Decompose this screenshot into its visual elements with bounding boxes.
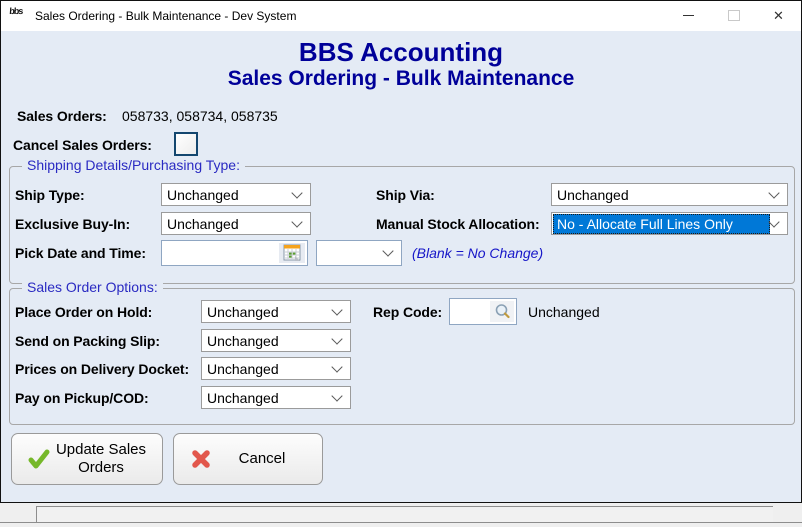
blank-no-change-note: (Blank = No Change) — [412, 245, 543, 261]
manual-stock-allocation-select[interactable]: No - Allocate Full Lines Only — [551, 212, 788, 235]
cancel-button-label: Cancel — [214, 450, 322, 468]
title-bar: bbs Sales Ordering - Bulk Maintenance - … — [1, 1, 801, 31]
pick-date-time-label: Pick Date and Time: — [15, 245, 146, 261]
cancel-sales-orders-label: Cancel Sales Orders: — [13, 137, 152, 153]
pay-on-pickup-cod-select[interactable]: Unchanged — [201, 386, 351, 409]
maximize-icon — [728, 10, 740, 21]
ship-via-label: Ship Via: — [376, 187, 435, 203]
exclusive-buy-in-label: Exclusive Buy-In: — [15, 216, 130, 232]
rep-code-input[interactable] — [449, 298, 517, 325]
chevron-down-icon — [331, 361, 342, 372]
prices-on-delivery-docket-label: Prices on Delivery Docket: — [15, 361, 189, 377]
chevron-down-icon — [768, 187, 779, 198]
ship-via-select[interactable]: Unchanged — [551, 183, 788, 206]
send-on-packing-slip-select[interactable]: Unchanged — [201, 329, 351, 352]
place-order-on-hold-value: Unchanged — [202, 302, 333, 322]
chevron-down-icon — [291, 216, 302, 227]
window-title: Sales Ordering - Bulk Maintenance - Dev … — [35, 9, 296, 23]
shipping-group-title: Shipping Details/Purchasing Type: — [22, 157, 245, 173]
rep-code-lookup-button[interactable] — [490, 301, 514, 322]
prices-on-delivery-docket-select[interactable]: Unchanged — [201, 357, 351, 380]
search-icon — [494, 303, 511, 320]
ship-type-value: Unchanged — [162, 185, 293, 205]
rep-code-label: Rep Code: — [373, 304, 442, 320]
background-window — [0, 503, 802, 527]
options-group-title: Sales Order Options: — [22, 279, 163, 295]
chevron-down-icon — [291, 187, 302, 198]
close-icon: ✕ — [773, 9, 784, 22]
calendar-button[interactable] — [279, 243, 305, 263]
update-sales-orders-button[interactable]: Update Sales Orders — [11, 433, 163, 485]
maximize-button[interactable] — [711, 1, 756, 30]
minimize-icon — [683, 15, 694, 16]
chevron-down-icon — [382, 245, 393, 256]
check-icon — [26, 449, 52, 469]
exclusive-buy-in-select[interactable]: Unchanged — [161, 212, 311, 235]
screen: bbs Sales Ordering - Bulk Maintenance - … — [0, 0, 802, 527]
x-icon — [188, 449, 214, 469]
app-heading: BBS Accounting — [1, 37, 801, 68]
sales-orders-value: 058733, 058734, 058735 — [122, 108, 278, 124]
chevron-down-icon — [768, 216, 779, 227]
pay-on-pickup-cod-label: Pay on Pickup/COD: — [15, 390, 149, 406]
ship-via-value: Unchanged — [552, 185, 770, 205]
chevron-down-icon — [331, 304, 342, 315]
calendar-icon — [283, 244, 302, 262]
manual-stock-allocation-value: No - Allocate Full Lines Only — [553, 214, 770, 234]
chevron-down-icon — [331, 333, 342, 344]
close-button[interactable]: ✕ — [756, 1, 801, 30]
send-on-packing-slip-label: Send on Packing Slip: — [15, 333, 160, 349]
place-order-on-hold-select[interactable]: Unchanged — [201, 300, 351, 323]
pick-time-select[interactable] — [316, 240, 402, 266]
chevron-down-icon — [331, 390, 342, 401]
exclusive-buy-in-value: Unchanged — [162, 214, 293, 234]
rep-code-status: Unchanged — [528, 304, 600, 320]
minimize-button[interactable] — [666, 1, 711, 30]
ship-type-label: Ship Type: — [15, 187, 85, 203]
send-on-packing-slip-value: Unchanged — [202, 331, 333, 351]
pick-date-input[interactable] — [161, 240, 308, 266]
app-icon: bbs — [8, 7, 29, 25]
background-window-divider — [0, 522, 802, 523]
dialog-window: bbs Sales Ordering - Bulk Maintenance - … — [0, 0, 802, 503]
prices-on-delivery-docket-value: Unchanged — [202, 359, 333, 379]
update-sales-orders-label: Update Sales Orders — [52, 441, 162, 477]
cancel-sales-orders-checkbox[interactable] — [174, 132, 198, 156]
ship-type-select[interactable]: Unchanged — [161, 183, 311, 206]
cancel-button[interactable]: Cancel — [173, 433, 323, 485]
window-controls: ✕ — [666, 1, 801, 30]
place-order-on-hold-label: Place Order on Hold: — [15, 304, 152, 320]
background-window-panel — [36, 506, 773, 523]
screen-heading: Sales Ordering - Bulk Maintenance — [1, 67, 801, 91]
pay-on-pickup-cod-value: Unchanged — [202, 388, 333, 408]
sales-orders-label: Sales Orders: — [17, 108, 107, 124]
manual-stock-allocation-label: Manual Stock Allocation: — [376, 216, 540, 232]
